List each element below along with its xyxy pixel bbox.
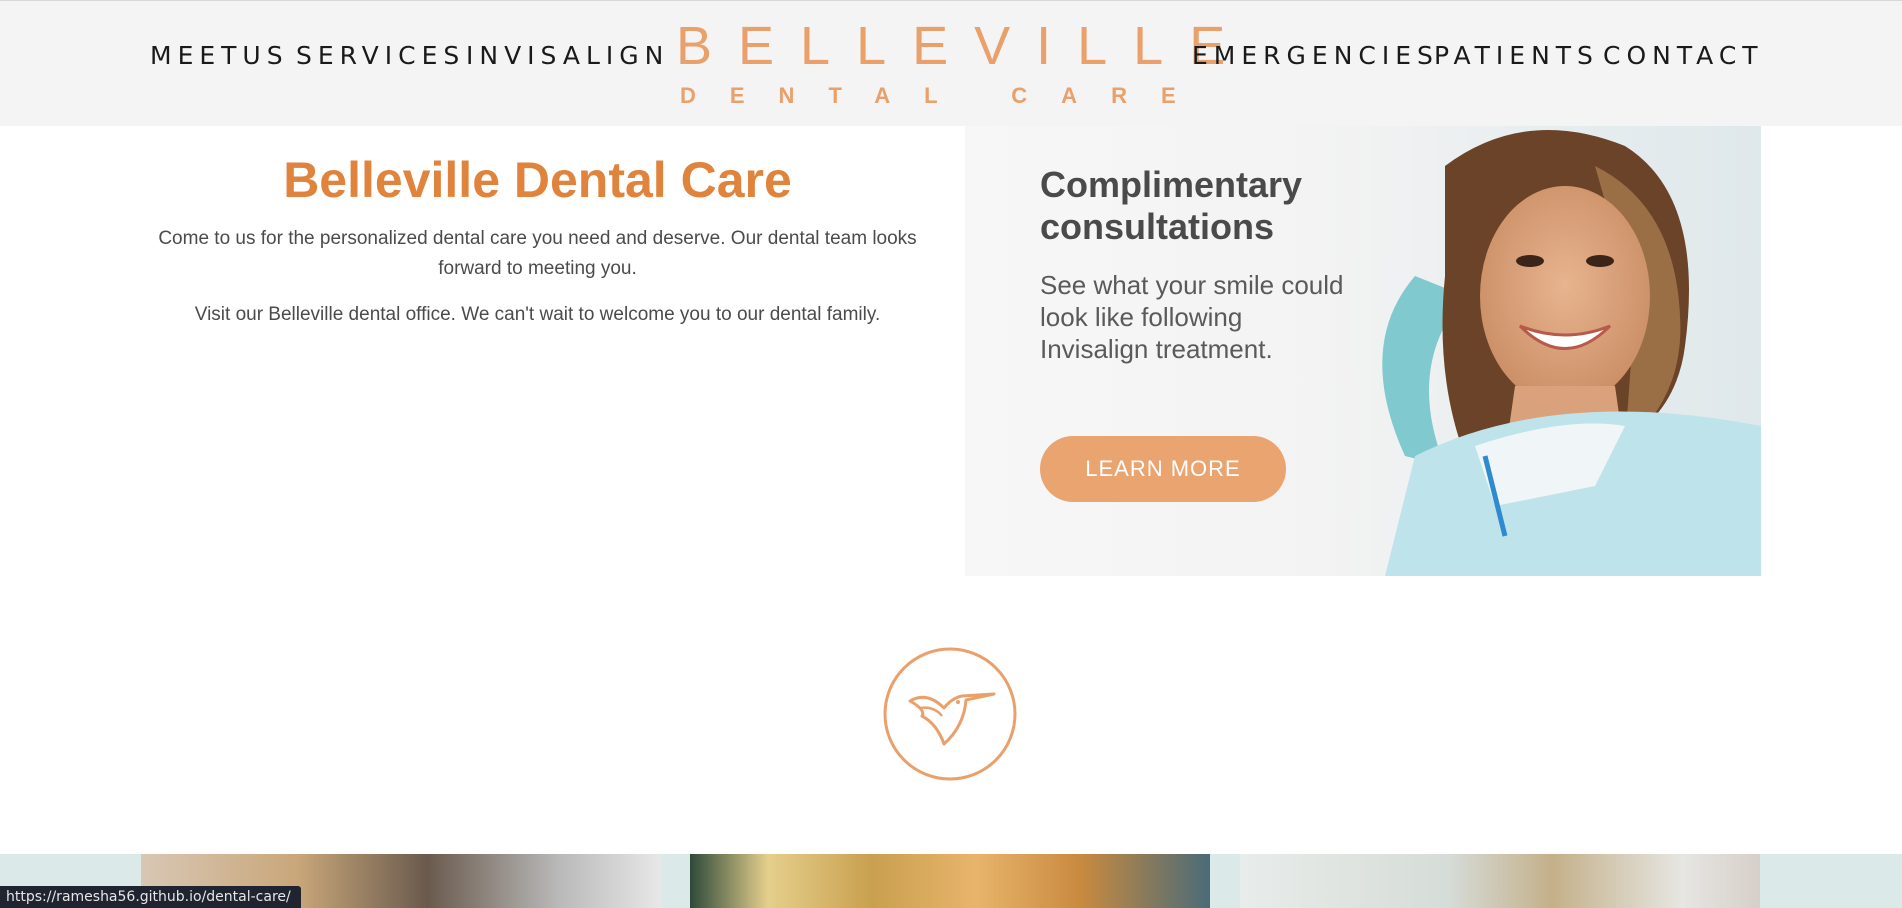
logo-sub-text: DENTAL CARE: [680, 83, 1210, 108]
nav-services-link[interactable]: SERVICES: [296, 41, 465, 70]
intro-paragraph: Come to us for the personalized dental c…: [158, 228, 917, 279]
dental-office-image: [1240, 854, 1760, 908]
invisalign-promo-banner[interactable]: Complimentary consultations See what you…: [965, 126, 1761, 576]
nav-patients-link[interactable]: PATIENTS: [1434, 41, 1599, 70]
nav-meetus-link[interactable]: MEETUS: [150, 41, 289, 70]
smiling-patient-photo: [1382, 130, 1761, 576]
status-bar-url: https://ramesha56.github.io/dental-care/: [0, 886, 301, 908]
nav-invisalign-link[interactable]: INVISALIGN: [466, 41, 669, 70]
patient-smile-image: [690, 854, 1210, 908]
logo-main-text: BELLEVILLE: [676, 16, 1252, 76]
site-logo[interactable]: BELLEVILLE DENTAL CARE: [676, 15, 1225, 115]
intro-paragraph-second: Visit our Belleville dental office. We c…: [194, 304, 881, 325]
page-title: Belleville Dental Care: [283, 152, 792, 208]
nav-contact-link[interactable]: CONTACT: [1603, 41, 1764, 70]
learn-more-button[interactable]: LEARN MORE: [1040, 436, 1286, 502]
nav-emergencies-link[interactable]: EMERGENCIES: [1192, 41, 1439, 70]
site-header: MEETUS SERVICES INVISALIGN BELLEVILLE DE…: [0, 0, 1902, 126]
hummingbird-icon: [883, 647, 1017, 781]
intro-section: Belleville Dental Care Come to us for th…: [130, 150, 945, 330]
